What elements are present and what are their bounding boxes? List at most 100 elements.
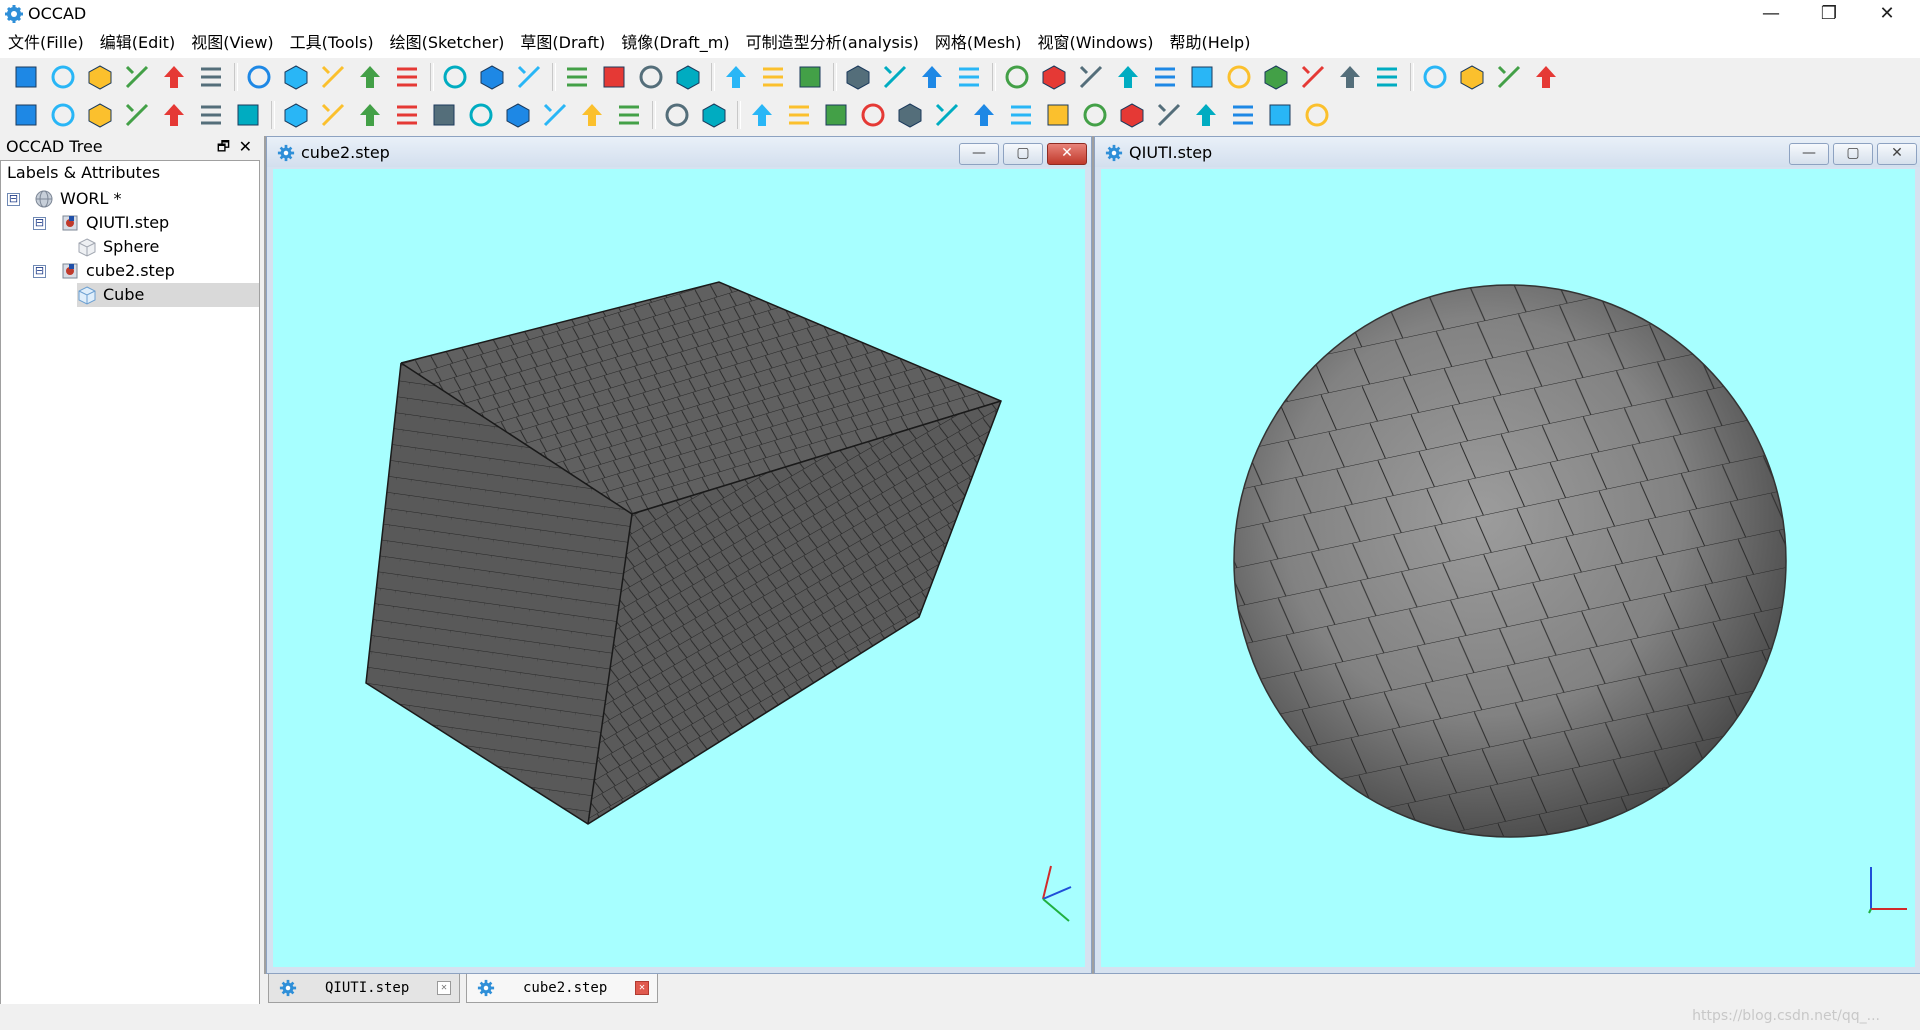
snap-endpoint-icon[interactable] [820,99,852,131]
solid-view-icon[interactable] [513,61,545,93]
tree-node-cube[interactable]: Cube [77,283,259,307]
zoom-window-icon[interactable] [280,61,312,93]
subwindow-close-button[interactable]: ✕ [1047,143,1087,165]
eraser-icon[interactable] [1530,61,1562,93]
snap-grid-icon[interactable] [931,99,963,131]
tab-qiuti[interactable]: QIUTI.step ✕ [268,974,460,1003]
tree-node-world[interactable]: ⊟ WORL * [7,187,122,211]
restore-button[interactable]: ❐ [1800,0,1858,28]
copy-icon[interactable] [158,61,190,93]
arrow-up-icon[interactable] [158,99,190,131]
collapse-icon[interactable]: ⊟ [33,264,46,278]
curve-s-icon[interactable] [1419,61,1451,93]
view-top-icon[interactable] [635,61,667,93]
float-panel-icon[interactable]: 🗗 [217,136,230,158]
circle-icon[interactable] [1075,61,1107,93]
subwindow-qiuti[interactable]: QIUTI.step — ▢ ✕ [1094,136,1920,974]
color-palette-icon[interactable] [916,61,948,93]
minimize-button[interactable]: — [1742,0,1800,28]
hidden-line-icon[interactable] [439,61,471,93]
stairs-icon[interactable] [539,99,571,131]
background-image-icon[interactable] [953,61,985,93]
view-right-icon[interactable] [757,61,789,93]
collapse-icon[interactable]: ⊟ [33,216,46,230]
tab-cube2[interactable]: cube2.step ✕ [466,974,658,1003]
tab-close-icon[interactable]: ✕ [437,981,451,995]
spline-icon[interactable] [1149,61,1181,93]
snap-angle-icon[interactable] [968,99,1000,131]
menu-view[interactable]: 视图(View) [183,28,281,58]
tab-close-icon[interactable]: ✕ [635,981,649,995]
move-icon[interactable] [10,99,42,131]
new-file-icon[interactable] [10,61,42,93]
text-icon[interactable] [1260,61,1292,93]
snap-extension-icon[interactable] [1227,99,1259,131]
menu-sketcher[interactable]: 绘图(Sketcher) [382,28,513,58]
snap-face-icon[interactable] [1301,99,1333,131]
snap-center-icon[interactable] [1116,99,1148,131]
open-file-icon[interactable] [47,61,79,93]
export-icon[interactable] [613,99,645,131]
point-icon[interactable] [1371,61,1403,93]
subwindow-titlebar[interactable]: QIUTI.step — ▢ ✕ [1095,137,1920,167]
scale-icon[interactable] [232,99,264,131]
revolve-icon[interactable] [576,99,608,131]
profile-icon[interactable] [1493,61,1525,93]
wireframe-icon[interactable] [391,61,423,93]
view-front-icon[interactable] [561,61,593,93]
extrude-box-icon[interactable] [1456,61,1488,93]
loft-icon[interactable] [465,99,497,131]
arrow-down-icon[interactable] [195,99,227,131]
3d-viewport-sphere[interactable] [1101,169,1915,967]
rectangle-icon[interactable] [1223,61,1255,93]
subwindow-minimize-button[interactable]: — [1789,143,1829,165]
no-display-icon[interactable] [317,61,349,93]
menu-edit[interactable]: 编辑(Edit) [92,28,183,58]
sweep-icon[interactable] [280,99,312,131]
collapse-icon[interactable]: ⊟ [7,192,20,206]
align-top-icon[interactable] [354,99,386,131]
save-icon[interactable] [84,61,116,93]
zoom-fit-icon[interactable] [243,61,275,93]
subwindow-cube2[interactable]: cube2.step — ▢ ✕ [266,136,1092,974]
polygon-icon[interactable] [1186,61,1218,93]
lock-icon[interactable] [783,99,815,131]
snap-perpendicular-icon[interactable] [1042,99,1074,131]
half-mirror-icon[interactable] [698,99,730,131]
snap-cross-icon[interactable] [1153,99,1185,131]
trim-icon[interactable] [317,99,349,131]
view-left-icon[interactable] [720,61,752,93]
paste-icon[interactable] [195,61,227,93]
tree-node-cube2[interactable]: ⊟ cube2.step [33,259,175,283]
select-icon[interactable] [879,61,911,93]
subwindow-minimize-button[interactable]: — [959,143,999,165]
snap-intersect-icon[interactable] [1190,99,1222,131]
arc-icon[interactable] [1112,61,1144,93]
menu-help[interactable]: 帮助(Help) [1161,28,1258,58]
snap-special-icon[interactable] [1079,99,1111,131]
menu-draft[interactable]: 草图(Draft) [512,28,613,58]
menu-tools[interactable]: 工具(Tools) [282,28,382,58]
snap-on-line-icon[interactable] [1005,99,1037,131]
menu-windows[interactable]: 视窗(Windows) [1030,28,1162,58]
shaded-icon[interactable] [354,61,386,93]
tree-node-sphere[interactable]: Sphere [77,235,159,259]
menu-file[interactable]: 文件(Fille) [0,28,92,58]
subwindow-titlebar[interactable]: cube2.step — ▢ ✕ [267,137,1091,167]
align-bottom-icon[interactable] [391,99,423,131]
menu-mesh[interactable]: 网格(Mesh) [927,28,1030,58]
line-icon[interactable] [1001,61,1033,93]
view-back-icon[interactable] [598,61,630,93]
tree-node-qiuti[interactable]: ⊟ QIUTI.step [33,211,169,235]
grid-array-icon[interactable] [502,99,534,131]
rotate-ccw-icon[interactable] [84,99,116,131]
points-icon[interactable] [476,61,508,93]
cut-icon[interactable] [121,61,153,93]
dimension-icon[interactable] [1297,61,1329,93]
bezier-icon[interactable] [1334,61,1366,93]
3d-viewport-cube[interactable] [273,169,1085,967]
close-panel-icon[interactable]: ✕ [239,136,252,158]
rotate-icon[interactable] [47,99,79,131]
snap-dimension-icon[interactable] [1264,99,1296,131]
mirror-icon[interactable] [661,99,693,131]
